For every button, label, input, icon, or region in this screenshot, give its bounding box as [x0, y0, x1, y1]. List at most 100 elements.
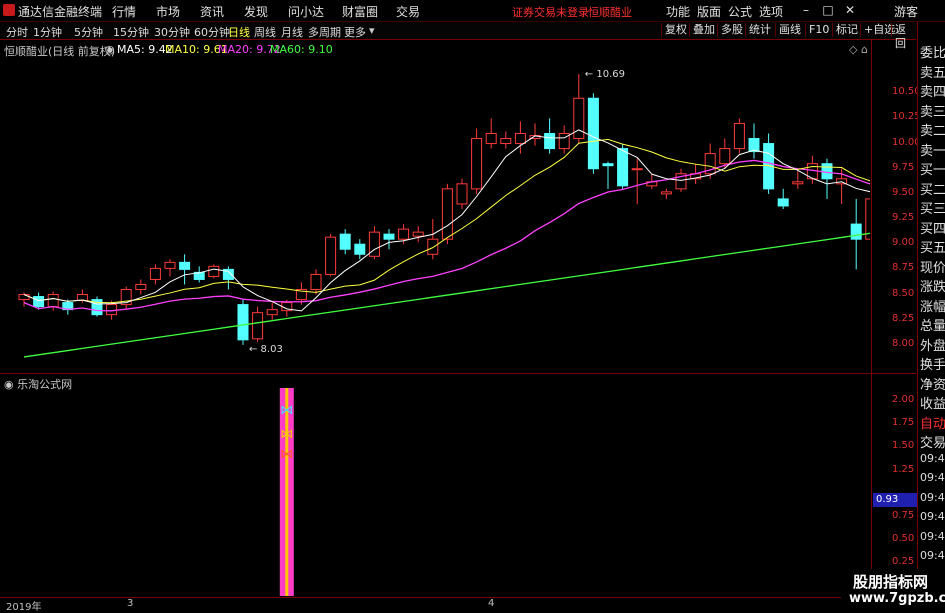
side-panel-item[interactable]: 卖四: [920, 81, 945, 100]
quote-side-panel[interactable]: 委比 卖五 卖四 卖三 卖二 卖一 买一 买二 买三 买四 买五 现价 涨跌 涨幅 总量 外盘 换手 净资 收益 自动…: [917, 22, 945, 601]
menu-trade[interactable]: 交易: [396, 3, 420, 20]
maximize-icon[interactable]: □: [818, 0, 838, 20]
side-panel-item[interactable]: 涨幅: [920, 296, 945, 315]
tab-weekly[interactable]: 周线: [254, 24, 276, 40]
menu-bar: 通达信金融终端 行情 市场 资讯 发现 问小达 财富圈 交易 证券交易未登录 恒…: [0, 0, 945, 22]
menu-quotes[interactable]: 行情: [112, 3, 136, 20]
candle-body: [792, 181, 804, 185]
side-panel-item[interactable]: 09:48: [920, 530, 945, 543]
side-panel-item[interactable]: 09:48: [920, 471, 945, 484]
tab-30min[interactable]: 30分钟: [154, 24, 190, 40]
side-panel-item[interactable]: 外盘: [920, 335, 945, 354]
menu-layout[interactable]: 版面: [697, 3, 721, 20]
side-panel-item[interactable]: 卖二: [920, 120, 945, 139]
menu-wealth[interactable]: 财富圈: [342, 3, 378, 20]
candle-body: [748, 138, 760, 153]
side-panel-item[interactable]: 卖五: [920, 62, 945, 81]
indicator-tick-label: 0.25: [892, 555, 915, 567]
candle-body: [441, 188, 453, 240]
side-panel-item[interactable]: 买四: [920, 218, 945, 237]
side-panel-item[interactable]: 09:48: [920, 452, 945, 465]
candle-body: [719, 148, 731, 165]
candlestick-chart[interactable]: ← 10.69 ← 8.03: [0, 40, 870, 373]
candle-body: [850, 223, 862, 240]
candle-body: [149, 267, 161, 280]
candle-body: [383, 233, 395, 240]
date-axis: 2019年 3 4: [0, 597, 945, 613]
side-panel-item[interactable]: 收益: [920, 393, 945, 412]
side-panel-item[interactable]: 现价: [920, 257, 945, 276]
menu-functions[interactable]: 功能: [666, 3, 690, 20]
price-tick-label: 8.50: [892, 287, 915, 299]
candle-body: [777, 198, 789, 207]
watermark: 股朋指标网 www.7gpzb.com: [841, 569, 945, 609]
side-panel-item[interactable]: 卖一: [920, 140, 945, 159]
candle-body: [617, 148, 629, 187]
month-label-3: 3: [127, 598, 134, 609]
chevron-down-icon[interactable]: ▾: [369, 24, 375, 37]
side-panel-item[interactable]: 总量: [920, 315, 945, 334]
candle-body: [354, 243, 366, 255]
candle-body: [587, 97, 599, 170]
indicator-current-value: 0.93: [873, 493, 920, 508]
menu-market[interactable]: 市场: [156, 3, 180, 20]
tab-more[interactable]: 更多: [344, 24, 366, 40]
menu-discover[interactable]: 发现: [244, 3, 268, 20]
minimize-icon[interactable]: –: [796, 0, 816, 20]
overlay-button[interactable]: 叠加: [689, 23, 718, 37]
candle-body: [427, 238, 439, 255]
side-panel-item[interactable]: 09:48: [920, 491, 945, 504]
side-panel-item[interactable]: 换手: [920, 354, 945, 373]
side-panel-item[interactable]: 委比: [920, 42, 945, 61]
candle-body: [266, 309, 278, 316]
candle-body: [208, 265, 220, 277]
candle-body: [179, 261, 191, 270]
mark-button[interactable]: 标记: [832, 23, 861, 37]
tab-1min[interactable]: 1分钟: [33, 24, 62, 40]
indicator-panel[interactable]: ⋈ ⋈ ⋈: [0, 374, 870, 596]
tab-monthly[interactable]: 月线: [281, 24, 303, 40]
side-panel-item[interactable]: 交易: [920, 432, 945, 451]
month-label-4: 4: [488, 598, 495, 609]
side-panel-item[interactable]: 买一: [920, 159, 945, 178]
indicator-bar-core: [285, 388, 289, 596]
side-panel-item[interactable]: 买三: [920, 198, 945, 217]
back-button[interactable]: 返回: [891, 23, 916, 50]
menu-formula[interactable]: 公式: [728, 3, 752, 20]
menu-news[interactable]: 资讯: [200, 3, 224, 20]
statistics-button[interactable]: 统计: [745, 23, 774, 37]
candle-body: [514, 132, 526, 145]
watermark-url: www.7gpzb.com: [849, 591, 945, 606]
tab-15min[interactable]: 15分钟: [113, 24, 149, 40]
side-panel-item[interactable]: 净资: [920, 374, 945, 393]
f10-button[interactable]: F10: [805, 23, 832, 37]
tab-multi-period[interactable]: 多周期: [308, 24, 341, 40]
tab-daily[interactable]: 日线: [228, 24, 250, 40]
draw-line-button[interactable]: 画线: [775, 23, 804, 37]
tab-5min[interactable]: 5分钟: [74, 24, 103, 40]
side-panel-item[interactable]: 自动: [920, 413, 945, 432]
price-tick-label: 9.00: [892, 237, 915, 249]
side-panel-item[interactable]: 买五: [920, 237, 945, 256]
tab-60min[interactable]: 60分钟: [194, 24, 230, 40]
close-icon[interactable]: ✕: [840, 0, 860, 20]
side-panel-item[interactable]: 09:48: [920, 510, 945, 523]
menu-options[interactable]: 选项: [759, 3, 783, 20]
ma60-line: [23, 232, 870, 358]
trade-login-notice[interactable]: 证券交易未登录: [512, 4, 589, 20]
menu-ask[interactable]: 问小达: [288, 3, 324, 20]
side-panel-item[interactable]: 09:48: [920, 549, 945, 562]
side-panel-item[interactable]: 买二: [920, 179, 945, 198]
price-tick-label: 8.25: [892, 312, 915, 324]
side-panel-item[interactable]: 卖三: [920, 101, 945, 120]
price-tick-label: 8.75: [892, 262, 915, 274]
candle-body: [237, 304, 249, 341]
tab-timeshare[interactable]: 分时: [6, 24, 28, 40]
candle-body: [485, 132, 497, 145]
side-panel-item[interactable]: 涨跌: [920, 276, 945, 295]
guest-label[interactable]: 游客: [894, 3, 918, 20]
adjust-button[interactable]: 复权: [661, 23, 690, 37]
period-toolbar: 分时 1分钟 5分钟 15分钟 30分钟 60分钟 日线 周线 月线 多周期 更…: [0, 22, 916, 50]
candle-body: [106, 304, 118, 316]
multi-stock-button[interactable]: 多股: [717, 23, 746, 37]
